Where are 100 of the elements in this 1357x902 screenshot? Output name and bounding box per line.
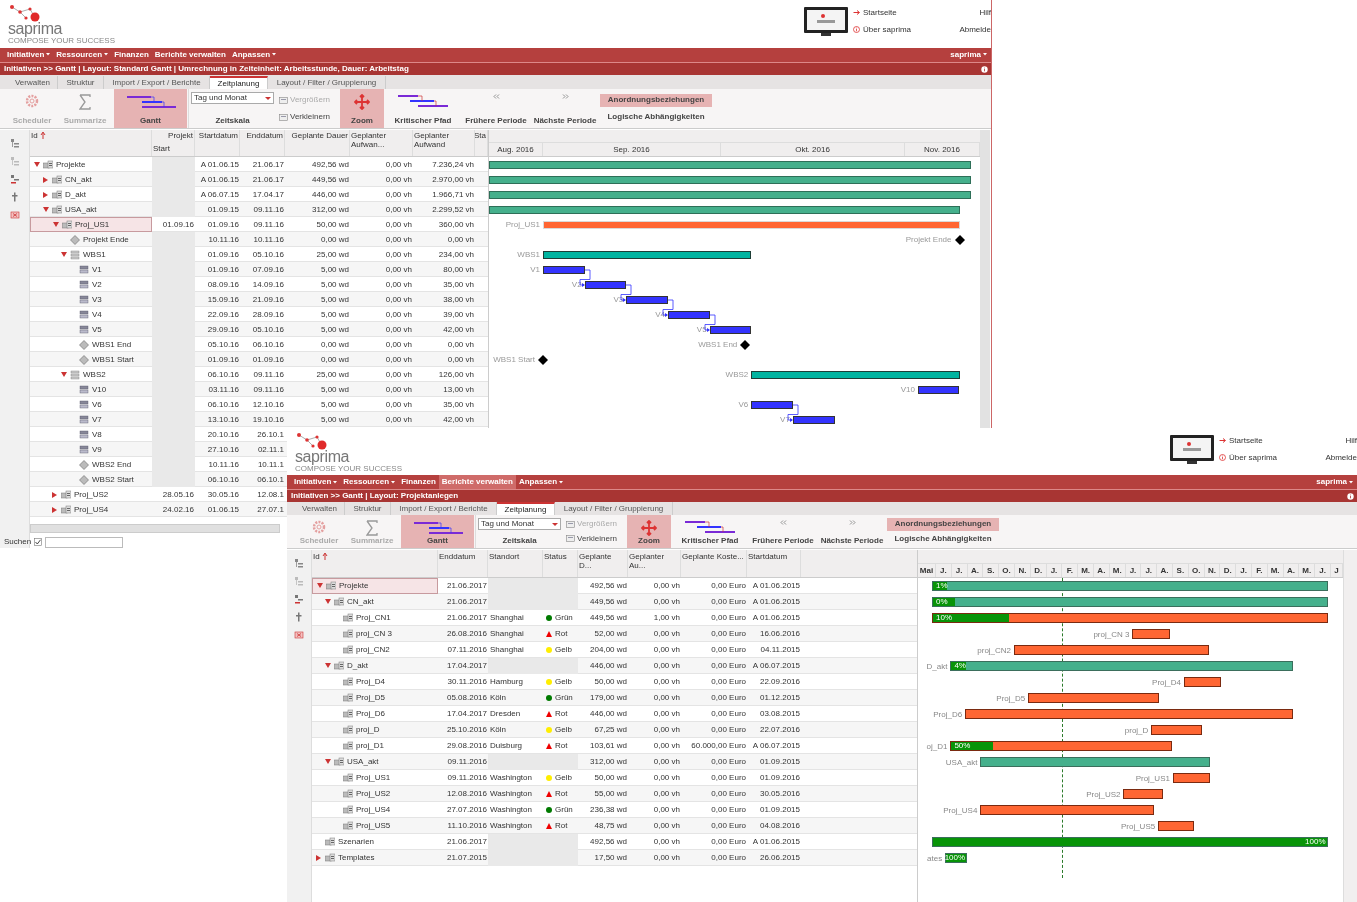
gantt-bar[interactable]: [1158, 821, 1195, 831]
gantt-bar[interactable]: [584, 280, 627, 289]
menu-item[interactable]: Berichte verwalten: [438, 475, 516, 489]
header-link[interactable]: Abmelde: [1325, 453, 1357, 462]
expander-icon[interactable]: [325, 663, 331, 669]
column-header[interactable]: Startdatum: [748, 552, 799, 561]
expander-icon[interactable]: [43, 206, 49, 213]
column-header[interactable]: Id: [313, 552, 436, 561]
tree-item[interactable]: CN_akt: [30, 172, 152, 187]
header-link[interactable]: Startseite: [853, 8, 957, 17]
gantt-bar[interactable]: [667, 310, 710, 319]
tree-item[interactable]: WBS1: [30, 247, 152, 262]
expander-icon[interactable]: [52, 491, 58, 498]
menu-item[interactable]: Berichte verwalten: [151, 47, 229, 62]
expander-icon[interactable]: [61, 371, 67, 378]
gantt-bar[interactable]: [543, 250, 752, 259]
tree-item[interactable]: V3: [30, 292, 152, 307]
header-link[interactable]: Über saprima: [1219, 453, 1323, 462]
checkbox[interactable]: [34, 538, 43, 546]
column-header[interactable]: Enddatum: [246, 131, 283, 140]
ribbon-button[interactable]: Nächste Periode: [818, 515, 886, 548]
column-header[interactable]: Status: [544, 552, 576, 561]
ribbon-button[interactable]: Frühere Periode: [749, 515, 817, 548]
ribbon-button[interactable]: Zoom: [627, 515, 671, 548]
search-field[interactable]: [45, 536, 124, 548]
menu-item[interactable]: Ressourcen: [340, 475, 399, 489]
tree-item[interactable]: WBS1 End: [30, 337, 152, 352]
ribbon-button[interactable]: Gantt: [114, 89, 187, 128]
gantt-bar[interactable]: [792, 415, 835, 424]
header-link[interactable]: Hilf: [1345, 436, 1357, 445]
tree-item[interactable]: proj_CN2: [312, 642, 438, 658]
column-header[interactable]: Startdatum: [198, 131, 238, 140]
tree-item[interactable]: Proj_US4: [312, 802, 438, 818]
gantt-bar[interactable]: [917, 385, 960, 394]
gantt-bar[interactable]: [489, 190, 971, 199]
ribbon-button[interactable]: Nächste Periode: [531, 89, 599, 128]
tree-item[interactable]: Projekte: [30, 157, 152, 172]
gantt-bar[interactable]: [1172, 773, 1210, 783]
ribbon-button[interactable]: Kritischer Pfad: [672, 515, 748, 548]
gantt-bar[interactable]: 0%: [932, 597, 1328, 607]
tree-item[interactable]: Proj_US5: [312, 818, 438, 834]
gantt-bar[interactable]: 100%: [945, 853, 968, 863]
tree-item[interactable]: WBS2: [30, 367, 152, 382]
scrollbar[interactable]: [30, 524, 280, 533]
expander-icon[interactable]: [34, 161, 40, 168]
tree-item[interactable]: CN_akt: [312, 594, 438, 610]
tree-item[interactable]: Proj_D6: [312, 706, 438, 722]
tree-item[interactable]: Projekte: [312, 578, 438, 594]
tree-item[interactable]: D_akt: [30, 187, 152, 202]
tree-item[interactable]: Proj_US4: [30, 502, 152, 517]
tree-item[interactable]: D_akt: [312, 658, 438, 674]
tree-item[interactable]: Proj_D4: [312, 674, 438, 690]
tree-item[interactable]: WBS2 End: [30, 457, 152, 472]
column-header[interactable]: Standort: [489, 552, 541, 561]
gantt-bar[interactable]: [489, 205, 960, 214]
header-link[interactable]: Über saprima: [853, 25, 957, 34]
expander-icon[interactable]: [325, 759, 331, 765]
menu-item[interactable]: Anpassen: [228, 47, 280, 62]
gantt-bar[interactable]: [489, 160, 971, 169]
tree-item[interactable]: V2: [30, 277, 152, 292]
header-link[interactable]: Startseite: [1219, 436, 1323, 445]
gantt-bar[interactable]: 10%: [932, 613, 1328, 623]
ribbon-button[interactable]: Anordnungsbeziehungen: [887, 517, 999, 531]
tree-item[interactable]: WBS1 Start: [30, 352, 152, 367]
ribbon-button[interactable]: Anordnungsbeziehungen: [600, 93, 712, 107]
user-menu[interactable]: saprima: [1316, 476, 1353, 488]
dropdown-field[interactable]: Tag und Monat: [191, 92, 274, 105]
column-header[interactable]: Geplante Dauer: [291, 131, 348, 140]
expander-icon[interactable]: [325, 599, 331, 605]
menu-item[interactable]: Finanzen: [111, 47, 152, 62]
tree-item[interactable]: USA_akt: [312, 754, 438, 770]
menu-item[interactable]: Ressourcen: [53, 47, 112, 62]
tree-item[interactable]: Proj_US1: [312, 770, 438, 786]
gantt-bar[interactable]: [1132, 629, 1171, 639]
column-header[interactable]: Sta: [475, 131, 486, 140]
column-header[interactable]: Geplanter Au...: [629, 552, 679, 570]
expander-icon[interactable]: [316, 855, 322, 861]
expander-icon[interactable]: [53, 221, 59, 228]
menu-item[interactable]: Finanzen: [398, 475, 439, 489]
column-header[interactable]: Enddatum: [439, 552, 486, 561]
gantt-bar[interactable]: 4%: [950, 661, 1294, 671]
column-header[interactable]: Geplanter Aufwan...: [351, 131, 411, 149]
column-header[interactable]: Geplante D...: [579, 552, 626, 570]
gantt-bar[interactable]: 1%: [932, 581, 1328, 591]
gantt-bar[interactable]: 100%: [932, 837, 1328, 847]
tree-item[interactable]: proj_D: [312, 722, 438, 738]
tree-item[interactable]: Projekt Ende: [30, 232, 152, 247]
tree-item[interactable]: Proj_US1: [30, 217, 152, 232]
tree-item[interactable]: Proj_D5: [312, 690, 438, 706]
tree-item[interactable]: USA_akt: [30, 202, 152, 217]
ribbon-button[interactable]: Frühere Periode: [462, 89, 530, 128]
tree-item[interactable]: V7: [30, 412, 152, 427]
tree-item[interactable]: Proj_CN1: [312, 610, 438, 626]
tree-item[interactable]: V1: [30, 262, 152, 277]
ribbon-button[interactable]: Verkleinern: [277, 110, 339, 124]
gantt-bar[interactable]: [709, 325, 752, 334]
scrollbar[interactable]: [980, 130, 990, 428]
tree-item[interactable]: Proj_US2: [30, 487, 152, 502]
ribbon-button[interactable]: Logische Abhängigkeiten: [887, 532, 999, 546]
tree-item[interactable]: proj_D1: [312, 738, 438, 754]
